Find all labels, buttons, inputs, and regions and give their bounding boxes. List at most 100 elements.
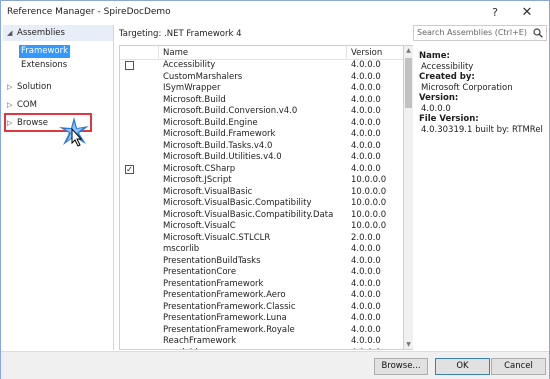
column-header-version[interactable]: Version (346, 46, 403, 60)
assembly-version: 4.0.0.0 (351, 244, 381, 254)
detail-file-version-label: File Version: (419, 114, 479, 124)
list-item[interactable]: mscorlib 4.0.0.0 (120, 244, 403, 256)
assembly-version: 4.0.0.0 (351, 129, 381, 139)
assembly-version: 4.0.0.0 (351, 163, 381, 174)
assembly-name: Microsoft.Build.Utilities.v4.0 (163, 152, 282, 162)
ok-button[interactable]: OK (435, 358, 490, 375)
nav-assemblies[interactable]: ◢ Assemblies (3, 25, 113, 41)
list-item[interactable]: Microsoft.VisualBasic 10.0.0.0 (120, 187, 403, 199)
left-navigation: ◢ Assemblies Framework Extensions ▷ Solu… (3, 25, 114, 350)
list-item[interactable]: Microsoft.VisualC 10.0.0.0 (120, 221, 403, 233)
assembly-version: 4.0.0.0 (351, 60, 381, 70)
assembly-version: 4.0.0.0 (351, 267, 381, 277)
assembly-name: Microsoft.Build (163, 94, 226, 105)
assembly-version: 4.0.0.0 (351, 278, 381, 289)
assembly-name: Microsoft.Build.Engine (163, 117, 258, 128)
scroll-thumb[interactable] (405, 58, 412, 108)
list-item[interactable]: PresentationFramework.Classic 4.0.0.0 (120, 302, 403, 314)
click-sparkle-icon (59, 117, 89, 147)
list-item[interactable]: PresentationBuildTasks 4.0.0.0 (120, 256, 403, 268)
list-scrollbar[interactable]: ▲ ▼ (404, 45, 413, 350)
title-bar: Reference Manager - SpireDocDemo ? ✕ (1, 1, 549, 25)
detail-version-value: 4.0.0.0 (421, 103, 451, 114)
detail-created-by-value: Microsoft Corporation (421, 82, 513, 93)
list-item[interactable]: PresentationFramework 4.0.0.0 (120, 279, 403, 291)
list-item[interactable]: Microsoft.Build 4.0.0.0 (120, 95, 403, 107)
list-item[interactable]: PresentationFramework.Aero 4.0.0.0 (120, 290, 403, 302)
scroll-up-icon[interactable]: ▲ (404, 46, 413, 55)
list-item[interactable]: Accessibility 4.0.0.0 (120, 60, 403, 72)
assembly-version: 4.0.0.0 (351, 313, 381, 323)
list-item[interactable]: Microsoft.Build.Tasks.v4.0 4.0.0.0 (120, 141, 403, 153)
assembly-version: 4.0.0.0 (351, 117, 381, 128)
assembly-version: 10.0.0.0 (351, 186, 387, 197)
assembly-name: CustomMarshalers (163, 71, 243, 82)
row-checkbox[interactable]: ✓ (125, 164, 134, 174)
list-item[interactable]: CustomMarshalers 4.0.0.0 (120, 72, 403, 84)
list-item[interactable]: Microsoft.Build.Utilities.v4.0 4.0.0.0 (120, 152, 403, 164)
help-button[interactable]: ? (481, 3, 509, 23)
assembly-version: 10.0.0.0 (351, 209, 387, 220)
assembly-version: 4.0.0.0 (351, 94, 381, 105)
nav-solution[interactable]: ▷ Solution (3, 79, 113, 95)
assembly-name: Microsoft.VisualC (163, 221, 236, 231)
list-item[interactable]: PresentationCore 4.0.0.0 (120, 267, 403, 279)
column-header-name[interactable]: Name (158, 46, 346, 60)
assembly-name: Microsoft.VisualBasic (163, 186, 253, 197)
assembly-version: 4.0.0.0 (351, 71, 381, 82)
list-item[interactable]: Microsoft.VisualC.STLCLR 2.0.0.0 (120, 233, 403, 245)
assembly-version: 4.0.0.0 (351, 290, 381, 300)
assembly-name: Microsoft.VisualBasic.Compatibility.Data (163, 209, 334, 220)
assembly-name: PresentationCore (163, 267, 237, 277)
list-item[interactable]: Microsoft.VisualBasic.Compatibility.Data… (120, 210, 403, 222)
search-input[interactable]: Search Assemblies (Ctrl+E) (413, 25, 547, 41)
collapsed-triangle-icon: ▷ (7, 101, 13, 109)
assembly-version: 4.0.0.0 (351, 255, 381, 266)
list-item[interactable]: Microsoft.Build.Framework 4.0.0.0 (120, 129, 403, 141)
assembly-name: Microsoft.Build.Tasks.v4.0 (163, 140, 273, 151)
search-icon[interactable] (533, 28, 543, 38)
assembly-version: 10.0.0.0 (351, 221, 387, 231)
assembly-name: PresentationFramework.Royale (163, 324, 295, 335)
assembly-name: Microsoft.VisualBasic.Compatibility (163, 198, 312, 208)
dialog-footer: Browse... OK Cancel (1, 351, 549, 379)
detail-name-value: Accessibility (421, 61, 474, 72)
list-item[interactable]: sysglobl 4.0.0.0 (120, 348, 403, 350)
assembly-list[interactable]: Name Version Accessibility 4.0.0.0 CustomM… (119, 45, 404, 350)
list-item[interactable]: PresentationFramework.Royale 4.0.0.0 (120, 325, 403, 337)
assembly-name: Microsoft.CSharp (163, 163, 236, 174)
scroll-down-icon[interactable]: ▼ (404, 340, 413, 349)
list-item[interactable]: Microsoft.Build.Engine 4.0.0.0 (120, 118, 403, 130)
assembly-name: sysglobl (163, 348, 198, 350)
reference-manager-window: Reference Manager - SpireDocDemo ? ✕ ◢ A… (0, 0, 550, 379)
nav-framework[interactable]: Framework (19, 45, 71, 58)
list-item[interactable]: Microsoft.JScript 10.0.0.0 (120, 175, 403, 187)
list-item[interactable]: ISymWrapper 4.0.0.0 (120, 83, 403, 95)
assembly-name: PresentationFramework (163, 278, 264, 289)
nav-extensions[interactable]: Extensions (19, 59, 69, 72)
assembly-version: 2.0.0.0 (351, 232, 381, 243)
list-item[interactable]: Microsoft.VisualBasic.Compatibility 10.0.… (120, 198, 403, 210)
details-panel: Name: Accessibility Created by: Microsof… (419, 51, 547, 135)
assembly-name: PresentationFramework.Aero (163, 290, 286, 300)
detail-name-label: Name: (419, 51, 450, 61)
assembly-name: Microsoft.VisualC.STLCLR (163, 232, 271, 243)
assembly-name: Microsoft.Build.Framework (163, 129, 276, 139)
nav-com[interactable]: ▷ COM (3, 97, 113, 113)
assembly-name: Microsoft.JScript (163, 175, 232, 185)
assembly-version: 4.0.0.0 (351, 83, 381, 93)
window-title: Reference Manager - SpireDocDemo (7, 7, 171, 17)
assembly-version: 4.0.0.0 (351, 301, 381, 312)
close-button[interactable]: ✕ (513, 3, 541, 23)
assembly-version: 4.0.0.0 (351, 140, 381, 151)
nav-solution-label: Solution (17, 82, 52, 92)
browse-button[interactable]: Browse... (374, 358, 428, 375)
list-item[interactable]: ✓ Microsoft.CSharp 4.0.0.0 (120, 164, 403, 176)
row-checkbox[interactable] (125, 61, 134, 70)
list-rows: Accessibility 4.0.0.0 CustomMarshalers 4.0.… (120, 60, 403, 350)
cancel-button[interactable]: Cancel (491, 358, 546, 375)
list-item[interactable]: PresentationFramework.Luna 4.0.0.0 (120, 313, 403, 325)
assembly-version: 4.0.0.0 (351, 106, 381, 116)
list-item[interactable]: ReachFramework 4.0.0.0 (120, 336, 403, 348)
list-item[interactable]: Microsoft.Build.Conversion.v4.0 4.0.0.0 (120, 106, 403, 118)
